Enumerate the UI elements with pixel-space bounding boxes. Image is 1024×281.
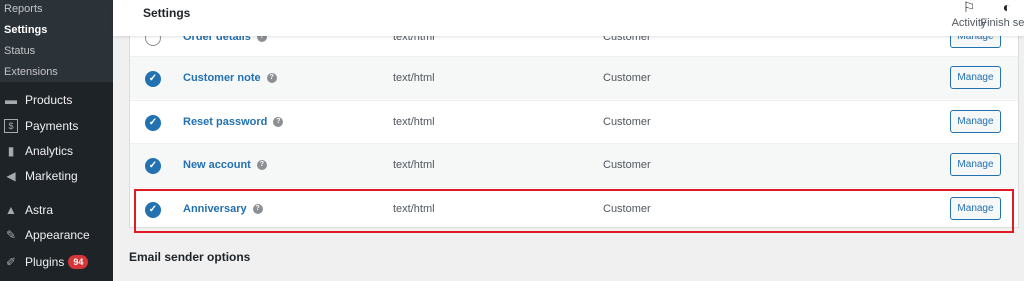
recipient: Customer	[603, 203, 651, 215]
sidebar-item-payments[interactable]: $ Payments	[0, 114, 113, 138]
help-icon[interactable]: ?	[252, 204, 263, 215]
astra-icon: ▲	[5, 203, 17, 217]
products-icon: ▬	[5, 93, 17, 107]
email-name-link[interactable]: Anniversary?	[183, 203, 263, 215]
manage-button[interactable]: Manage	[950, 110, 1001, 133]
submenu-item-status[interactable]: Status	[4, 45, 35, 57]
table-row: ✓ Customer note? text/html Customer Mana…	[130, 56, 1018, 99]
sidebar-item-appearance[interactable]: ✎ Appearance	[0, 223, 113, 247]
content-type: text/html	[393, 116, 435, 128]
email-sender-options-heading: Email sender options	[129, 250, 251, 264]
page-header: Settings ⚐ Activity ◐ Finish setu	[113, 0, 1024, 36]
manage-button[interactable]: Manage	[950, 153, 1001, 176]
sidebar-item-label: Astra	[25, 203, 54, 217]
sidebar-item-label: Appearance	[25, 228, 90, 242]
submenu-item-extensions[interactable]: Extensions	[4, 66, 58, 78]
sidebar-item-label: Marketing	[25, 169, 78, 183]
recipient: Customer	[603, 72, 651, 84]
email-name-link[interactable]: Customer note?	[183, 72, 277, 84]
manage-button[interactable]: Manage	[950, 197, 1001, 220]
help-icon[interactable]: ?	[273, 117, 284, 128]
content-type: text/html	[393, 159, 435, 171]
table-row: ✓ New account? text/html Customer Manage	[130, 143, 1018, 186]
content-type: text/html	[393, 203, 435, 215]
payments-icon: $	[4, 119, 18, 133]
help-icon[interactable]: ?	[266, 73, 277, 84]
finish-setup-label: Finish setu	[980, 17, 1024, 29]
sidebar-item-marketing[interactable]: ◀ Marketing	[0, 164, 113, 188]
sidebar-item-label: Plugins	[25, 255, 65, 269]
email-name-link[interactable]: Reset password?	[183, 116, 284, 128]
manage-button[interactable]: Manage	[950, 66, 1001, 89]
sidebar-item-label: Analytics	[25, 144, 74, 158]
admin-sidebar: Reports Settings Status Extensions ▬ Pro…	[0, 0, 113, 281]
recipient: Customer	[603, 159, 651, 171]
sidebar-item-label: Products	[25, 93, 73, 107]
half-circle-icon: ◐	[1002, 0, 1012, 15]
analytics-icon: ▮	[7, 144, 15, 158]
sidebar-item-products[interactable]: ▬ Products	[0, 88, 113, 112]
page-title: Settings	[143, 6, 191, 20]
appearance-icon: ✎	[5, 228, 17, 242]
table-row: ✓ Reset password? text/html Customer Man…	[130, 100, 1018, 143]
sidebar-item-astra[interactable]: ▲ Astra	[0, 198, 113, 222]
enabled-check-icon: ✓	[145, 71, 161, 87]
plugins-update-badge: 94	[68, 255, 89, 269]
sidebar-item-label: Payments	[25, 119, 79, 133]
recipient: Customer	[603, 116, 651, 128]
submenu-item-reports[interactable]: Reports	[4, 3, 43, 15]
sidebar-item-analytics[interactable]: ▮ Analytics	[0, 139, 113, 163]
email-name-link[interactable]: New account?	[183, 159, 267, 171]
finish-setup-button[interactable]: ◐ Finish setu	[977, 0, 1024, 29]
table-row: ✓ Anniversary? text/html Customer Manage	[130, 187, 1018, 230]
enabled-check-icon: ✓	[145, 158, 161, 174]
enabled-check-icon: ✓	[145, 202, 161, 218]
help-icon[interactable]: ?	[256, 160, 267, 171]
sidebar-item-plugins[interactable]: ✐ Plugins 94	[0, 250, 113, 274]
submenu-item-settings[interactable]: Settings	[4, 24, 47, 36]
plugins-icon: ✐	[5, 255, 17, 269]
marketing-icon: ◀	[6, 169, 16, 183]
content-type: text/html	[393, 72, 435, 84]
email-notifications-table: Order details? text/html Customer Manage…	[129, 14, 1019, 228]
enabled-check-icon: ✓	[145, 115, 161, 131]
woocommerce-submenu: Reports Settings Status Extensions	[0, 0, 113, 82]
